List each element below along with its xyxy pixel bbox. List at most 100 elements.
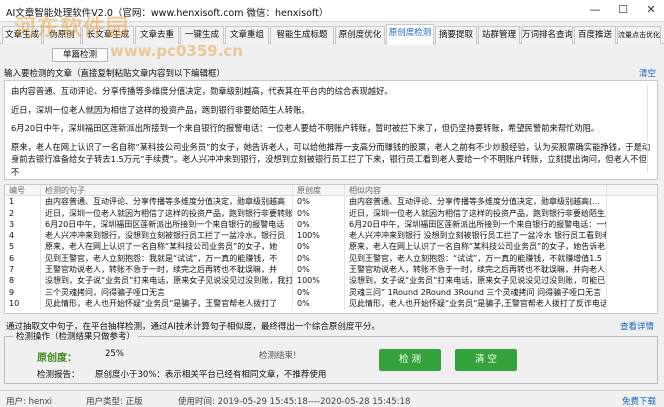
table-row[interactable]: 1 由内容普通、互动评论、分享传播等多维度分值决定，勋章级别越高 0% 由内容普通、互… (5, 196, 657, 208)
tab-title-generate[interactable]: 智能生成标题 (270, 26, 334, 44)
input-header: 输入要检测的文章（直接复制粘贴文章内容到以下编辑框） 清空 (0, 64, 664, 80)
cell-extra (607, 253, 657, 264)
cell-sentence: 三个灵魂拷问，问得骗子哑口无言 (41, 286, 293, 298)
tab-baidu-push[interactable]: 百度推送 (574, 26, 616, 44)
sub-toolbar: 单篇检测 (0, 45, 664, 63)
cell-extra (607, 208, 657, 219)
cell-no: 8 (5, 275, 41, 287)
cell-originality: 100% (293, 230, 345, 242)
close-icon[interactable]: ✕ (642, 3, 660, 17)
cell-similar: 近日，深圳一位老人就因为相信了这样的投资产品，跑到银行非要给陌生人转 (345, 207, 607, 219)
table-row[interactable]: 5 原来，老人在网上认识了一名自称“某科技公司业务员”的女子，她 0% 原来，老人在网… (5, 241, 657, 253)
tab-summary[interactable]: 摘要提取 (435, 26, 477, 44)
column-header-no[interactable]: 编号 (5, 185, 41, 196)
report-text: 原创度小于30%：表示相关平台已经有相同文章，不推荐使用 (95, 370, 327, 380)
article-paragraph: 6月20日中午，深圳福田区莲新派出所接到一个来自银行的报警电话：一位老人要给不明… (11, 123, 600, 134)
cell-originality: 0% (293, 207, 345, 219)
cell-extra (607, 287, 657, 298)
table-row[interactable]: 9 三个灵魂拷问，问得骗子哑口无言 0% 灵魂三问” 1Round 2Round 3R… (5, 286, 657, 298)
cell-similar: 灵魂三问” 1Round 2Round 3Round 三个灵魂拷问 问得骗子哑口… (345, 286, 607, 298)
status-bar: 用户: henxi 用户类型: 正版 使用时间: 2019-05-29 15:4… (0, 390, 664, 407)
maximize-icon[interactable]: ☐ (614, 3, 632, 17)
column-header-extra (607, 185, 657, 195)
cell-no: 5 (5, 241, 41, 253)
cell-extra (607, 298, 657, 309)
article-scrollbar[interactable] (647, 85, 655, 173)
cell-no: 9 (5, 286, 41, 298)
window-title: AI文章智能处理软件V2.0（官网：www.henxisoft.com 微信：h… (6, 8, 329, 19)
table-header: 编号 检测的句子 原创度 相似内容 (5, 185, 657, 197)
cell-originality: 0% (293, 286, 345, 298)
detection-panel: 检测操作（检测结果只做参考） 原创度： 25% 检测结束! 检测报告： 原创度小… (4, 330, 658, 384)
cell-originality: 0% (293, 252, 345, 265)
cell-originality: 0% (293, 218, 345, 231)
cell-similar: 由内容普通、互动评论、分享传播等多维度分值决定，勋章级别越高(... (345, 196, 607, 208)
cell-sentence: 近日，深圳一位老人就因为相信了这样的投资产品，跑到银行非要转账 (41, 207, 293, 219)
tab-long-article[interactable]: 长文章生成 (82, 26, 134, 44)
column-header-similar[interactable]: 相似内容 (345, 185, 607, 196)
clear-input-link[interactable]: 清空 (639, 67, 656, 79)
view-details-link[interactable]: 查看详情 (620, 320, 654, 332)
cell-similar: 6月20日中午，深圳福田区莲新派出所接到一个来自银行的报警电话：一位老 (345, 218, 607, 231)
tab-originality-optimize[interactable]: 原创度优化 (335, 26, 385, 44)
tab-one-click[interactable]: 一键生成 (180, 26, 224, 44)
table-body: 1 由内容普通、互动评论、分享传播等多维度分值决定，勋章级别越高 0% 由内容普通、互… (5, 196, 657, 310)
status-user-type: 用户类型: 正版 (86, 397, 143, 407)
table-row[interactable]: 3 6月20日中午，深圳福田区莲新派出所接到一个来自银行的报警电话 0% 6月20日中… (5, 218, 657, 231)
cell-extra (607, 219, 657, 230)
table-row[interactable]: 6 见到王警官，老人立刻抱怨：我就是“试试”，万一真的能赚钱，不 0% 见到王警官，老… (5, 252, 657, 265)
cell-extra (607, 196, 657, 207)
article-input[interactable]: 由内容普通、互动评论、分享传播等多维度分值决定，勋章级别越高，代表其在平台内的综… (4, 80, 658, 180)
tab-dedupe[interactable]: 文章去重 (135, 26, 179, 44)
tab-pseudo-original[interactable]: 伪原创 (43, 26, 81, 44)
table-row[interactable]: 8 没想到，女子说“业务员”打来电话，原来女子见说没见过没到账，我打 100% 没想到… (5, 275, 657, 287)
minimize-icon[interactable]: — (586, 3, 604, 17)
report-label: 检测报告： (37, 370, 80, 380)
cell-no: 1 (5, 196, 41, 208)
column-header-sentence[interactable]: 检测的句子 (41, 185, 293, 196)
cell-extra (607, 241, 657, 252)
title-bar: AI文章智能处理软件V2.0（官网：www.henxisoft.com 微信：h… (0, 0, 664, 22)
cell-similar: 见到王警官，老人立刻抱怨：“试试”，万一真的能赚钱，不就赚增值1.5 (345, 252, 607, 265)
table-row[interactable]: 2 近日，深圳一位老人就因为相信了这样的投资产品，跑到银行非要转账 0% 近日，深圳一… (5, 207, 657, 219)
cell-similar: 老人兴冲冲来到银行 没想到立刻被银行员工拦了一盆冷水 银行员工看到老人 (345, 230, 607, 242)
tab-rank-query[interactable]: 万词排名查询 (521, 26, 573, 44)
tab-traffic[interactable]: 流量点击优化 (617, 26, 661, 44)
single-check-button[interactable]: 单篇检测 (52, 48, 108, 62)
cell-sentence: 没想到，女子说“业务员”打来电话，原来女子见说没见过没到账，我打 (41, 275, 293, 287)
tab-originality-check[interactable]: 原创度检测 (386, 24, 434, 45)
cell-originality: 0% (293, 264, 345, 276)
table-row[interactable]: 4 老人兴冲冲来到银行，没想到立刻被银行员工拦了一盆冷水，银行员 100% 老人兴冲冲… (5, 230, 657, 242)
main-tab-bar: 文章生成 伪原创 长文章生成 文章去重 一键生成 文章重组 智能生成标题 原创度… (0, 24, 664, 45)
status-expiry: 使用时间: 2019-05-29 15:45:18----2020-05-28 … (178, 397, 411, 407)
table-row[interactable]: 10 见此情形，老人也开始怀疑“业务员”是骗子，王警官帮老人拨打了 0% 见此情形，老… (5, 297, 657, 310)
cell-no: 7 (5, 264, 41, 276)
cell-originality: 0% (293, 196, 345, 208)
table-row[interactable]: 7 王警官劝说老人，转账不急于一时，续完之后再转也不耽误嘛，并 0% 王警官劝说老人，… (5, 264, 657, 276)
cell-no: 4 (5, 230, 41, 242)
tab-restructure[interactable]: 文章重组 (225, 26, 269, 44)
tab-site-group[interactable]: 站群管理 (478, 26, 520, 44)
cell-originality: 0% (293, 241, 345, 253)
input-label: 输入要检测的文章（直接复制粘贴文章内容到以下编辑框） (4, 69, 226, 79)
cell-similar: 王警官劝说老人，转账不急于一时，续完之后再转也不耽误嘛，并向老人讲解 (345, 264, 607, 276)
cell-originality: 100% (293, 275, 345, 287)
article-paragraph: 由内容普通、互动评论、分享传播等多维度分值决定，勋章级别越高，代表其在平台内的综… (11, 86, 393, 96)
free-download-link[interactable]: 免费下载 (622, 395, 656, 407)
tab-article-generate[interactable]: 文章生成 (2, 26, 42, 44)
status-user: 用户: henxi (6, 397, 52, 407)
cell-no: 3 (5, 218, 41, 231)
cell-originality: 0% (293, 297, 345, 310)
column-header-originality[interactable]: 原创度 (293, 185, 345, 196)
cell-extra (607, 275, 657, 286)
cell-sentence: 王警官劝说老人，转账不急于一时，续完之后再转也不耽误嘛，并 (41, 264, 293, 276)
results-table: 编号 检测的句子 原创度 相似内容 1 由内容普通、互动评论、分享传播等多维度分值… (4, 184, 658, 314)
article-paragraph: 原来，老人在网上认识了一名自称“某科技公司业务员”的女子，她告诉老人，可以给他推… (11, 141, 651, 177)
detect-button[interactable]: 检 测 (379, 349, 441, 371)
cell-sentence: 原来，老人在网上认识了一名自称“某科技公司业务员”的女子，她 (41, 241, 293, 253)
cell-similar: 没想到，女子说“业务员”打来电话，原来女子见说没见过没到账，可能已 (345, 275, 607, 287)
article-paragraph: 近日，深圳一位老人就因为相信了这样的投资产品，跑到银行非要给陌生人转账。 (11, 104, 310, 115)
detection-status: 检测结束! (259, 351, 297, 361)
clear-button[interactable]: 清 空 (455, 349, 517, 371)
detection-panel-title: 检测操作（检测结果只做参考） (13, 330, 139, 342)
